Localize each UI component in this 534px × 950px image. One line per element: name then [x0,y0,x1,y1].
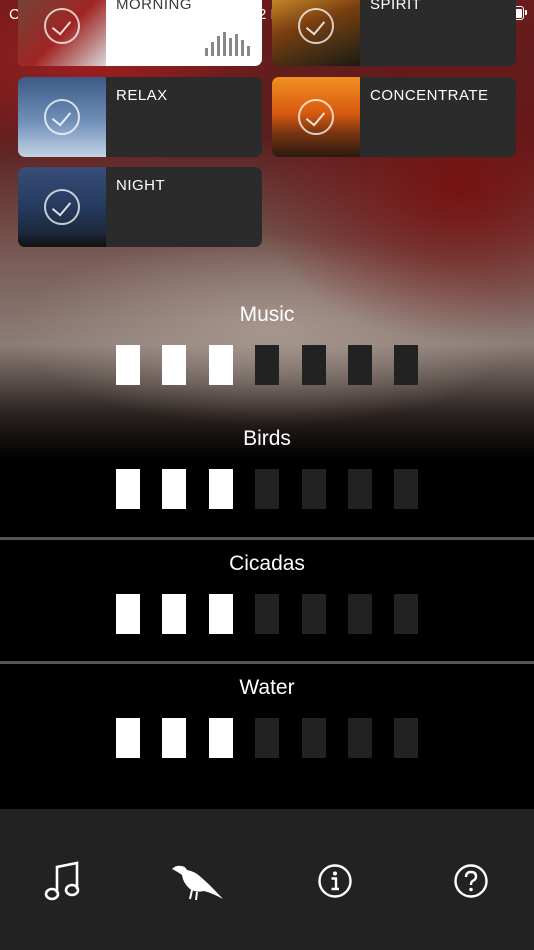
volume-segment[interactable] [348,718,372,758]
channel-title: Music [239,303,295,326]
sound-wave-icon [205,32,250,56]
volume-segment[interactable] [348,345,372,385]
scene-thumbnail [18,0,106,66]
scene-label: SPIRIT [370,0,422,13]
scene-label: CONCENTRATE [370,87,489,104]
tab-info[interactable] [303,849,367,913]
volume-segment[interactable] [162,718,186,758]
tab-music[interactable] [31,849,95,913]
scene-label: NIGHT [116,177,166,194]
volume-segment[interactable] [116,345,140,385]
volume-slider-birds[interactable] [116,469,418,509]
music-note-icon [44,861,80,901]
scene-thumbnail [18,77,106,157]
scene-label: MORNING [116,0,192,13]
volume-segment[interactable] [394,594,418,634]
volume-segment[interactable] [209,345,233,385]
channel-water: Water [0,676,534,800]
checkmark-icon [44,189,80,225]
volume-segment[interactable] [394,469,418,509]
scene-card-morning[interactable]: MORNING [18,0,262,66]
channel-title: Cicadas [229,552,305,575]
checkmark-icon [44,8,80,44]
volume-segment[interactable] [209,469,233,509]
volume-segment[interactable] [209,718,233,758]
channel-birds: Birds [0,427,534,551]
scene-card-relax[interactable]: RELAX [18,77,262,157]
volume-segment[interactable] [255,345,279,385]
volume-segment[interactable] [162,594,186,634]
bird-icon [172,865,223,901]
volume-segment[interactable] [348,469,372,509]
scene-card-spirit[interactable]: SPIRIT [272,0,516,66]
volume-slider-cicadas[interactable] [116,594,418,634]
volume-segment[interactable] [116,594,140,634]
scene-label: RELAX [116,87,168,104]
section-divider [0,537,534,540]
volume-segment[interactable] [394,718,418,758]
tab-bar [0,809,534,950]
volume-segment[interactable] [116,718,140,758]
volume-segment[interactable] [116,469,140,509]
scene-thumbnail [272,0,360,66]
volume-segment[interactable] [209,594,233,634]
info-icon [318,864,352,898]
scene-thumbnail [18,167,106,247]
scene-thumbnail [272,77,360,157]
volume-segment[interactable] [302,594,326,634]
volume-segment[interactable] [162,469,186,509]
volume-segment[interactable] [302,345,326,385]
volume-slider-music[interactable] [116,345,418,385]
tab-help[interactable] [439,849,503,913]
volume-segment[interactable] [255,718,279,758]
channel-title: Water [239,676,295,699]
checkmark-icon [298,8,334,44]
scene-card-night[interactable]: NIGHT [18,167,262,247]
volume-segment[interactable] [255,469,279,509]
section-divider [0,661,534,664]
scene-card-concentrate[interactable]: CONCENTRATE [272,77,516,157]
help-icon [454,864,488,898]
volume-segment[interactable] [348,594,372,634]
volume-segment[interactable] [162,345,186,385]
channel-cicadas: Cicadas [0,552,534,676]
channel-music: Music [0,303,534,427]
channel-title: Birds [243,427,291,450]
checkmark-icon [44,99,80,135]
checkmark-icon [298,99,334,135]
volume-slider-water[interactable] [116,718,418,758]
volume-segment[interactable] [394,345,418,385]
tab-birds[interactable] [166,849,230,913]
volume-segment[interactable] [255,594,279,634]
volume-segment[interactable] [302,718,326,758]
volume-segment[interactable] [302,469,326,509]
